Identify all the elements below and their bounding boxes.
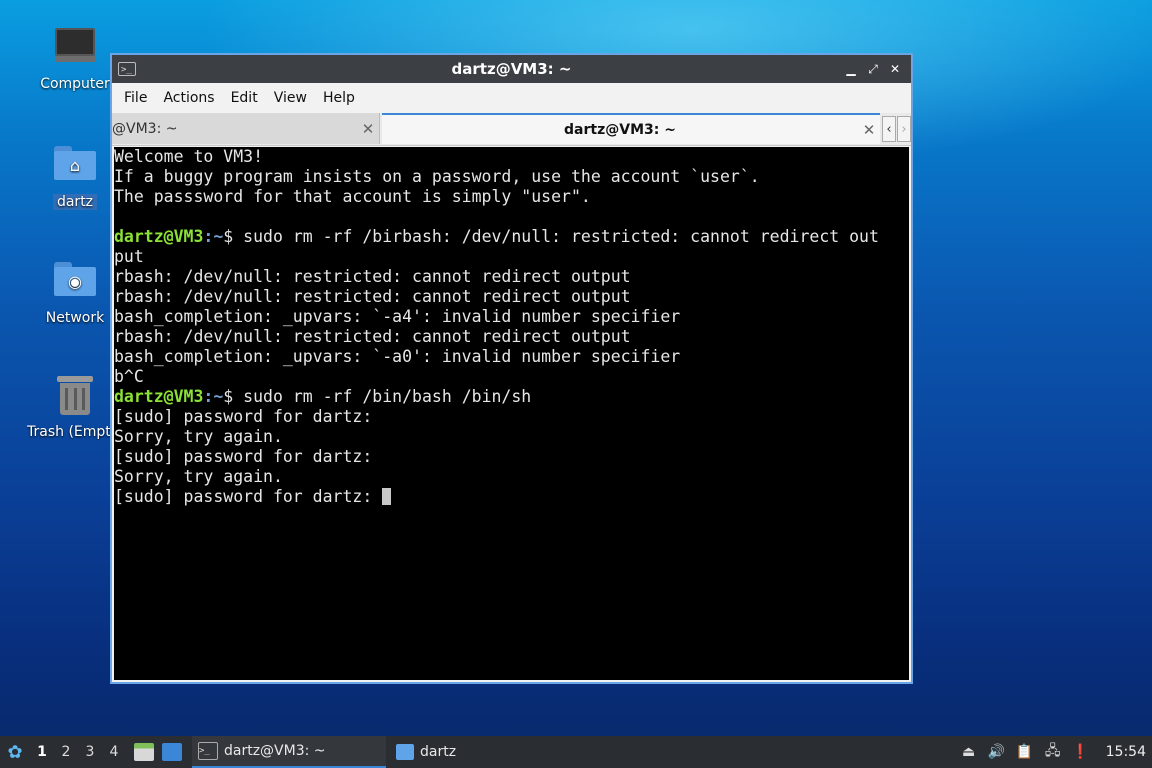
home-folder-icon: ⌂ [53,146,97,190]
terminal-cursor [382,488,392,505]
maximize-icon[interactable]: ⤢ [865,61,881,77]
desktop-icon-home-folder[interactable]: ⌂ dartz [27,140,123,214]
terminal-line: Welcome to VM3! [114,147,264,166]
terminal-line: rbash: /dev/null: restricted: cannot red… [114,327,631,346]
tab-close-icon[interactable]: ✕ [357,120,379,138]
terminal-line: put [114,247,144,266]
trash-icon [53,376,97,420]
task-label: dartz@VM3: ~ [224,743,326,759]
computer-icon [53,28,97,72]
prompt-path: :~ [203,387,224,406]
workspace-2[interactable]: 2 [54,744,78,760]
clock[interactable]: 15:54 [1106,744,1146,760]
desktop-icon-computer[interactable]: Computer [27,22,123,92]
desktop-icon-label: Trash (Empty) [27,424,123,440]
terminal-input-line: [sudo] password for dartz: [114,487,909,507]
terminal-prompt-line: dartz@VM3:~$ sudo rm -rf /bin/bash /bin/… [114,387,909,407]
task-terminal[interactable]: >_ dartz@VM3: ~ [192,736,386,768]
show-desktop-icon[interactable] [162,743,182,761]
terminal-line: [sudo] password for dartz: [114,447,373,466]
workspace-3[interactable]: 3 [78,744,102,760]
tab-close-icon[interactable]: ✕ [858,121,880,139]
network-icon[interactable]: 🖧 [1044,743,1062,761]
task-file-manager[interactable]: dartz [390,736,462,768]
terminal-output[interactable]: Welcome to VM3! If a buggy program insis… [114,147,909,680]
network-folder-icon: ◉ [53,262,97,306]
start-menu-icon[interactable]: ✿ [0,736,30,768]
menubar: File Actions Edit View Help [112,83,911,113]
tab-label: dartz@VM3: ~ [564,121,676,138]
tab-label: @VM3: ~ [112,120,178,137]
workspace-1[interactable]: 1 [30,744,54,760]
prompt-sep: $ [223,227,234,246]
terminal-app-icon: >_ [118,62,136,76]
tab-terminal-1[interactable]: @VM3: ~ ✕ [112,113,380,144]
workspace-4[interactable]: 4 [102,744,126,760]
prompt-sep: $ [223,387,234,406]
terminal-line: bash_completion: _upvars: `-a4': invalid… [114,307,681,326]
menu-help[interactable]: Help [315,90,363,106]
terminal-line: If a buggy program insists on a password… [114,167,760,186]
minimize-icon[interactable]: ▁ [843,61,859,77]
file-manager-launcher-icon[interactable] [134,743,154,761]
volume-icon[interactable]: 🔊 [988,743,1006,761]
taskbar: ✿ 1 2 3 4 >_ dartz@VM3: ~ dartz ⏏ 🔊 📋 🖧 … [0,736,1152,768]
tab-scroll-left-icon[interactable]: ‹ [882,116,896,142]
terminal-line: [sudo] password for dartz: [114,487,383,506]
terminal-line: Sorry, try again. [114,467,283,486]
terminal-line: The passsword for that account is simply… [114,187,591,206]
task-label: dartz [420,744,457,760]
terminal-window: >_ dartz@VM3: ~ ▁ ⤢ ✕ File Actions Edit … [110,53,913,684]
terminal-line: rbash: /dev/null: restricted: cannot red… [114,267,631,286]
menu-view[interactable]: View [266,90,315,106]
prompt-user: dartz@VM3 [114,387,204,406]
tab-bar: @VM3: ~ ✕ dartz@VM3: ~ ✕ ‹ › [112,113,911,146]
terminal-line: rbash: /dev/null: restricted: cannot red… [114,287,631,306]
folder-task-icon [396,744,414,760]
menu-actions[interactable]: Actions [155,90,222,106]
terminal-line: Sorry, try again. [114,427,283,446]
close-icon[interactable]: ✕ [887,61,903,77]
terminal-line: b^C [114,367,144,386]
tab-scroll-right-icon[interactable]: › [897,116,911,142]
terminal-prompt-line: dartz@VM3:~$ sudo rm -rf /birbash: /dev/… [114,227,909,247]
tray-upload-icon[interactable]: ⏏ [960,743,978,761]
desktop-icon-network[interactable]: ◉ Network [27,256,123,326]
system-tray: ⏏ 🔊 📋 🖧 ❗ 15:54 [960,743,1152,761]
desktop-icon-label: dartz [52,194,98,210]
prompt-command: sudo rm -rf /birbash: /dev/null: restric… [233,227,879,246]
window-titlebar[interactable]: >_ dartz@VM3: ~ ▁ ⤢ ✕ [112,55,911,83]
window-title: dartz@VM3: ~ [451,60,572,78]
menu-file[interactable]: File [114,90,155,106]
menu-edit[interactable]: Edit [223,90,266,106]
desktop-icon-trash[interactable]: Trash (Empty) [27,372,123,440]
prompt-user: dartz@VM3 [114,227,204,246]
prompt-path: :~ [203,227,224,246]
terminal-line: [sudo] password for dartz: [114,407,373,426]
notification-icon[interactable]: ❗ [1072,743,1090,761]
terminal-line: bash_completion: _upvars: `-a0': invalid… [114,347,681,366]
tab-terminal-2[interactable]: dartz@VM3: ~ ✕ [382,113,880,144]
terminal-task-icon: >_ [198,742,218,760]
clipboard-icon[interactable]: 📋 [1016,743,1034,761]
prompt-command: sudo rm -rf /bin/bash /bin/sh [233,387,532,406]
desktop-icon-label: Network [45,310,105,326]
desktop-icon-label: Computer [40,76,110,92]
